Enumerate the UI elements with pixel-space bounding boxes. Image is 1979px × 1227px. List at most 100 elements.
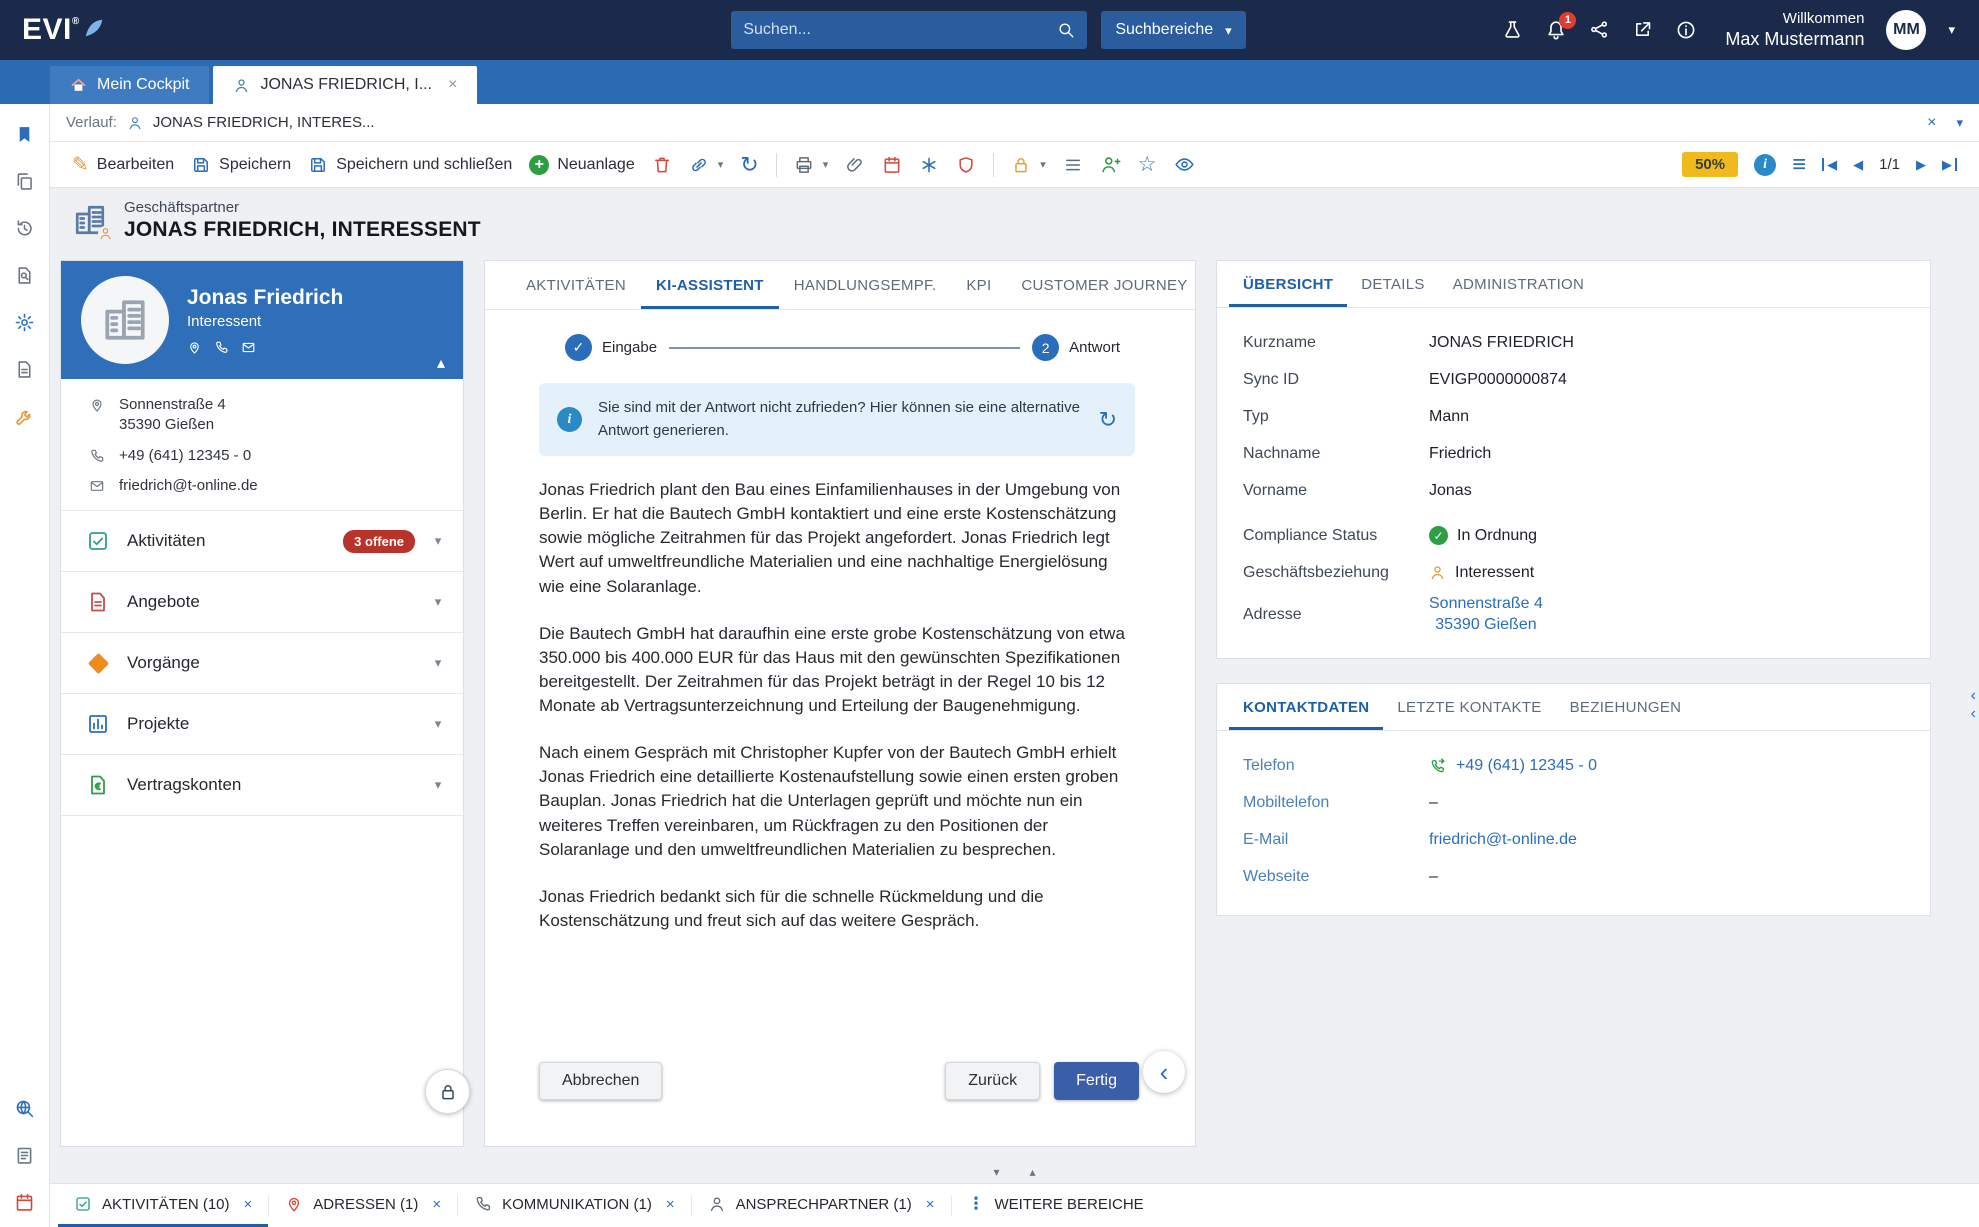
dock-tab-adressen[interactable]: ADRESSEN (1) × bbox=[269, 1184, 457, 1227]
last-page-button[interactable]: ▶ bbox=[1942, 158, 1957, 171]
section-vorgaenge[interactable]: Vorgänge ▾ bbox=[61, 633, 463, 694]
new-record-button[interactable]: + Neuanlage bbox=[529, 155, 634, 175]
user-avatar[interactable]: MM bbox=[1886, 10, 1926, 50]
save-button[interactable]: Speichern bbox=[191, 155, 291, 175]
close-icon[interactable]: × bbox=[432, 1196, 441, 1213]
refresh-button[interactable]: ↻ bbox=[740, 154, 758, 176]
tab-kpi[interactable]: KPI bbox=[951, 261, 1006, 309]
history-current-item[interactable]: JONAS FRIEDRICH, INTERES... bbox=[153, 114, 375, 131]
expand-dock-icon[interactable]: ▴ bbox=[1030, 1166, 1036, 1178]
next-page-button[interactable]: ▶ bbox=[1916, 158, 1926, 171]
calendar-button[interactable] bbox=[882, 155, 902, 175]
tab-uebersicht[interactable]: ÜBERSICHT bbox=[1229, 261, 1347, 307]
email-link[interactable]: friedrich@t-online.de bbox=[1429, 831, 1577, 849]
tab-letzte-kontakte[interactable]: LETZTE KONTAKTE bbox=[1383, 684, 1555, 730]
regenerate-icon[interactable]: ↻ bbox=[1099, 409, 1117, 431]
search-icon[interactable] bbox=[1057, 21, 1075, 39]
attachment-button[interactable] bbox=[845, 155, 865, 175]
close-icon[interactable]: × bbox=[1927, 114, 1936, 132]
close-icon[interactable]: × bbox=[244, 1196, 253, 1213]
info-icon[interactable]: i bbox=[1754, 154, 1776, 176]
close-tab-icon[interactable]: × bbox=[448, 76, 457, 94]
list-view-button[interactable] bbox=[1063, 155, 1083, 175]
bookmark-icon[interactable] bbox=[14, 124, 35, 145]
close-icon[interactable]: × bbox=[926, 1196, 935, 1213]
menu-icon[interactable]: ≡ bbox=[1792, 153, 1806, 177]
tab-details[interactable]: DETAILS bbox=[1347, 261, 1439, 307]
collapse-header-icon[interactable]: ▴ bbox=[437, 353, 445, 373]
address-row: Sonnenstraße 4 35390 Gießen bbox=[89, 395, 443, 436]
globe-search-icon[interactable] bbox=[14, 1098, 35, 1119]
preview-button[interactable] bbox=[1174, 154, 1195, 175]
mail-icon[interactable] bbox=[241, 340, 256, 355]
tab-beziehungen[interactable]: BEZIEHUNGEN bbox=[1556, 684, 1696, 730]
integrations-button[interactable] bbox=[919, 155, 939, 175]
open-external-icon[interactable] bbox=[1632, 19, 1653, 40]
back-button[interactable]: Zurück bbox=[945, 1062, 1040, 1100]
lock-button[interactable]: ▾ bbox=[1011, 155, 1046, 175]
step-antwort: 2 Antwort bbox=[1032, 334, 1120, 361]
tab-customer-journey[interactable]: CUSTOMER JOURNEY bbox=[1006, 261, 1202, 309]
section-projekte[interactable]: Projekte ▾ bbox=[61, 694, 463, 755]
tab-jonas-friedrich[interactable]: JONAS FRIEDRICH, I... × bbox=[213, 66, 477, 104]
calendar-icon[interactable] bbox=[14, 1192, 35, 1213]
wrench-icon[interactable] bbox=[14, 406, 35, 427]
tab-ki-assistent[interactable]: KI-ASSISTENT bbox=[641, 261, 779, 309]
section-vertragskonten[interactable]: Vertragskonten ▾ bbox=[61, 755, 463, 816]
dock-tab-weitere-bereiche[interactable]: ⋮ WEITERE BEREICHE bbox=[952, 1184, 1160, 1227]
section-aktivitaeten[interactable]: Aktivitäten 3 offene ▾ bbox=[61, 511, 463, 572]
tab-kontaktdaten[interactable]: KONTAKTDATEN bbox=[1229, 684, 1383, 730]
dock-tab-aktivitaeten[interactable]: AKTIVITÄTEN (10) × bbox=[58, 1184, 268, 1227]
profile-role: Interessent bbox=[187, 313, 343, 330]
privacy-lock-button[interactable] bbox=[425, 1069, 470, 1114]
search-document-icon[interactable] bbox=[14, 265, 35, 286]
help-icon[interactable] bbox=[1675, 19, 1697, 41]
tab-handlungsempf[interactable]: HANDLUNGSEMPF. bbox=[779, 261, 952, 309]
section-angebote[interactable]: Angebote ▾ bbox=[61, 572, 463, 633]
collapse-panel-button[interactable]: ‹ bbox=[1143, 1051, 1185, 1093]
call-forward-icon[interactable] bbox=[1429, 757, 1447, 775]
history-icon[interactable] bbox=[14, 218, 35, 239]
edit-button[interactable]: ✎ Bearbeiten bbox=[72, 155, 174, 175]
close-icon[interactable]: × bbox=[666, 1196, 675, 1213]
lab-flask-icon[interactable] bbox=[1502, 19, 1523, 40]
prev-page-button[interactable]: ◀ bbox=[1853, 158, 1863, 171]
phone-link[interactable]: +49 (641) 12345 - 0 bbox=[1456, 757, 1597, 775]
user-menu-chevron-icon[interactable]: ▾ bbox=[1948, 23, 1955, 36]
dock-tab-kommunikation[interactable]: KOMMUNIKATION (1) × bbox=[458, 1184, 691, 1227]
page-header: Geschäftspartner JONAS FRIEDRICH, INTERE… bbox=[50, 188, 1979, 252]
print-button[interactable]: ▾ bbox=[794, 155, 829, 175]
report-document-icon[interactable] bbox=[14, 359, 35, 380]
add-contact-button[interactable] bbox=[1100, 154, 1121, 175]
share-icon[interactable] bbox=[1589, 19, 1610, 40]
field-label: Kurzname bbox=[1243, 334, 1429, 352]
profile-avatar[interactable] bbox=[81, 276, 169, 364]
notepad-icon[interactable] bbox=[14, 1145, 35, 1166]
notifications-bell-icon[interactable]: 1 bbox=[1545, 19, 1567, 41]
pencil-icon: ✎ bbox=[72, 155, 89, 175]
settings-gear-icon[interactable] bbox=[14, 312, 35, 333]
expand-side-panel-control[interactable]: ‹ ‹ bbox=[1971, 688, 1976, 722]
collapse-dock-icon[interactable]: ▾ bbox=[993, 1166, 999, 1178]
finish-button[interactable]: Fertig bbox=[1054, 1062, 1139, 1100]
security-button[interactable] bbox=[956, 155, 976, 175]
search-input[interactable] bbox=[743, 21, 1049, 39]
dock-tab-ansprechpartner[interactable]: ANSPRECHPARTNER (1) × bbox=[692, 1184, 951, 1227]
delete-button[interactable] bbox=[652, 155, 672, 175]
trash-icon bbox=[652, 155, 672, 175]
save-close-button[interactable]: Speichern und schließen bbox=[308, 155, 512, 175]
address-link-line1[interactable]: Sonnenstraße 4 bbox=[1429, 595, 1543, 613]
chevron-down-icon[interactable]: ▾ bbox=[1956, 115, 1963, 131]
favorite-button[interactable]: ☆ bbox=[1138, 154, 1157, 175]
copy-icon[interactable] bbox=[14, 171, 35, 192]
first-page-button[interactable]: ◀ bbox=[1822, 158, 1837, 171]
search-scope-dropdown[interactable]: Suchbereiche ▾ bbox=[1101, 11, 1245, 49]
phone-icon[interactable] bbox=[214, 340, 229, 355]
location-pin-icon[interactable] bbox=[187, 340, 202, 355]
tab-mein-cockpit[interactable]: Mein Cockpit bbox=[50, 66, 209, 104]
tab-aktivitaeten[interactable]: AKTIVITÄTEN bbox=[511, 261, 641, 309]
link-button[interactable]: ▾ bbox=[689, 155, 724, 175]
cancel-button[interactable]: Abbrechen bbox=[539, 1062, 662, 1100]
address-link-line2[interactable]: 35390 Gießen bbox=[1435, 616, 1536, 634]
tab-administration[interactable]: ADMINISTRATION bbox=[1439, 261, 1598, 307]
